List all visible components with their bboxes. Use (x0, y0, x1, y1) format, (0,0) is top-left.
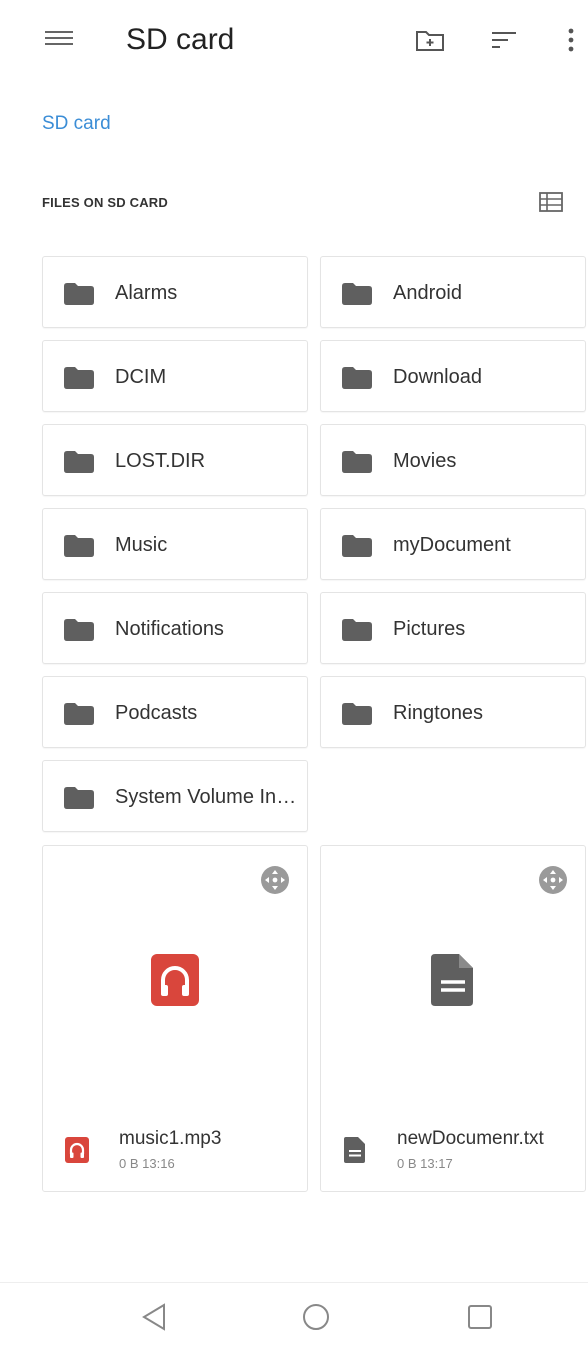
folder-name: Ringtones (393, 702, 484, 724)
home-icon[interactable] (296, 1297, 336, 1337)
folder-item[interactable]: Download (320, 340, 586, 412)
folder-name: Download (393, 366, 482, 388)
page-title: SD card (126, 23, 235, 56)
folder-icon (342, 283, 372, 305)
folder-icon (64, 283, 94, 305)
folder-item[interactable]: Ringtones (320, 676, 586, 748)
file-size: 0 B (397, 1156, 417, 1171)
folder-name: Movies (393, 450, 457, 472)
document-icon (344, 1137, 365, 1163)
recents-icon[interactable] (460, 1297, 500, 1337)
folder-name: Android (393, 282, 462, 304)
folder-item[interactable]: Notifications (42, 592, 308, 664)
breadcrumb[interactable]: SD card (42, 113, 111, 135)
folder-item[interactable]: Android (320, 256, 586, 328)
back-icon[interactable] (134, 1297, 174, 1337)
file-size: 0 B (119, 1156, 139, 1171)
folder-item[interactable]: LOST.DIR (42, 424, 308, 496)
folder-item[interactable]: myDocument (320, 508, 586, 580)
folder-icon (64, 367, 94, 389)
file-name: music1.mp3 (119, 1128, 222, 1149)
file-meta: 0 B 13:17 (397, 1156, 453, 1171)
file-card-audio[interactable]: music1.mp3 0 B 13:16 (42, 845, 308, 1192)
folder-icon (342, 703, 372, 725)
folder-name: LOST.DIR (115, 450, 206, 472)
folder-icon (342, 367, 372, 389)
folder-icon (342, 535, 372, 557)
select-badge-icon[interactable] (257, 862, 293, 898)
file-name: newDocumenr.txt (397, 1128, 544, 1149)
folder-item[interactable]: System Volume Information (42, 760, 308, 832)
folder-item[interactable]: Pictures (320, 592, 586, 664)
list-view-icon[interactable] (538, 191, 566, 215)
select-badge-icon[interactable] (535, 862, 571, 898)
app-bar: SD card (0, 0, 588, 82)
folder-icon (64, 703, 94, 725)
folder-icon (64, 787, 94, 809)
folder-icon (342, 451, 372, 473)
folder-name: myDocument (393, 534, 511, 556)
folder-item[interactable]: Music (42, 508, 308, 580)
file-meta: 0 B 13:16 (119, 1156, 175, 1171)
folder-name: Alarms (115, 282, 178, 304)
new-folder-icon[interactable] (412, 22, 448, 58)
file-time: 13:16 (142, 1156, 175, 1171)
folder-name: Pictures (393, 618, 466, 640)
folder-name: System Volume Information (115, 786, 299, 808)
headphones-icon (151, 954, 199, 1006)
folder-name: DCIM (115, 366, 167, 388)
folder-item[interactable]: Alarms (42, 256, 308, 328)
headphones-icon (65, 1137, 89, 1163)
system-nav-bar (0, 1282, 588, 1345)
folder-name: Music (115, 534, 168, 556)
folder-icon (64, 619, 94, 641)
folder-item[interactable]: Podcasts (42, 676, 308, 748)
file-card-document[interactable]: newDocumenr.txt 0 B 13:17 (320, 845, 586, 1192)
folder-item[interactable]: Movies (320, 424, 586, 496)
section-header: FILES ON SD CARD (42, 195, 168, 210)
folder-icon (64, 451, 94, 473)
sort-icon[interactable] (486, 22, 522, 58)
folder-item[interactable]: DCIM (42, 340, 308, 412)
folder-name: Podcasts (115, 702, 198, 724)
more-vert-icon[interactable] (554, 22, 588, 58)
folder-icon (64, 535, 94, 557)
file-time: 13:17 (420, 1156, 453, 1171)
menu-icon[interactable] (44, 27, 74, 53)
document-icon (431, 954, 473, 1006)
folder-icon (342, 619, 372, 641)
folder-name: Notifications (115, 618, 224, 640)
